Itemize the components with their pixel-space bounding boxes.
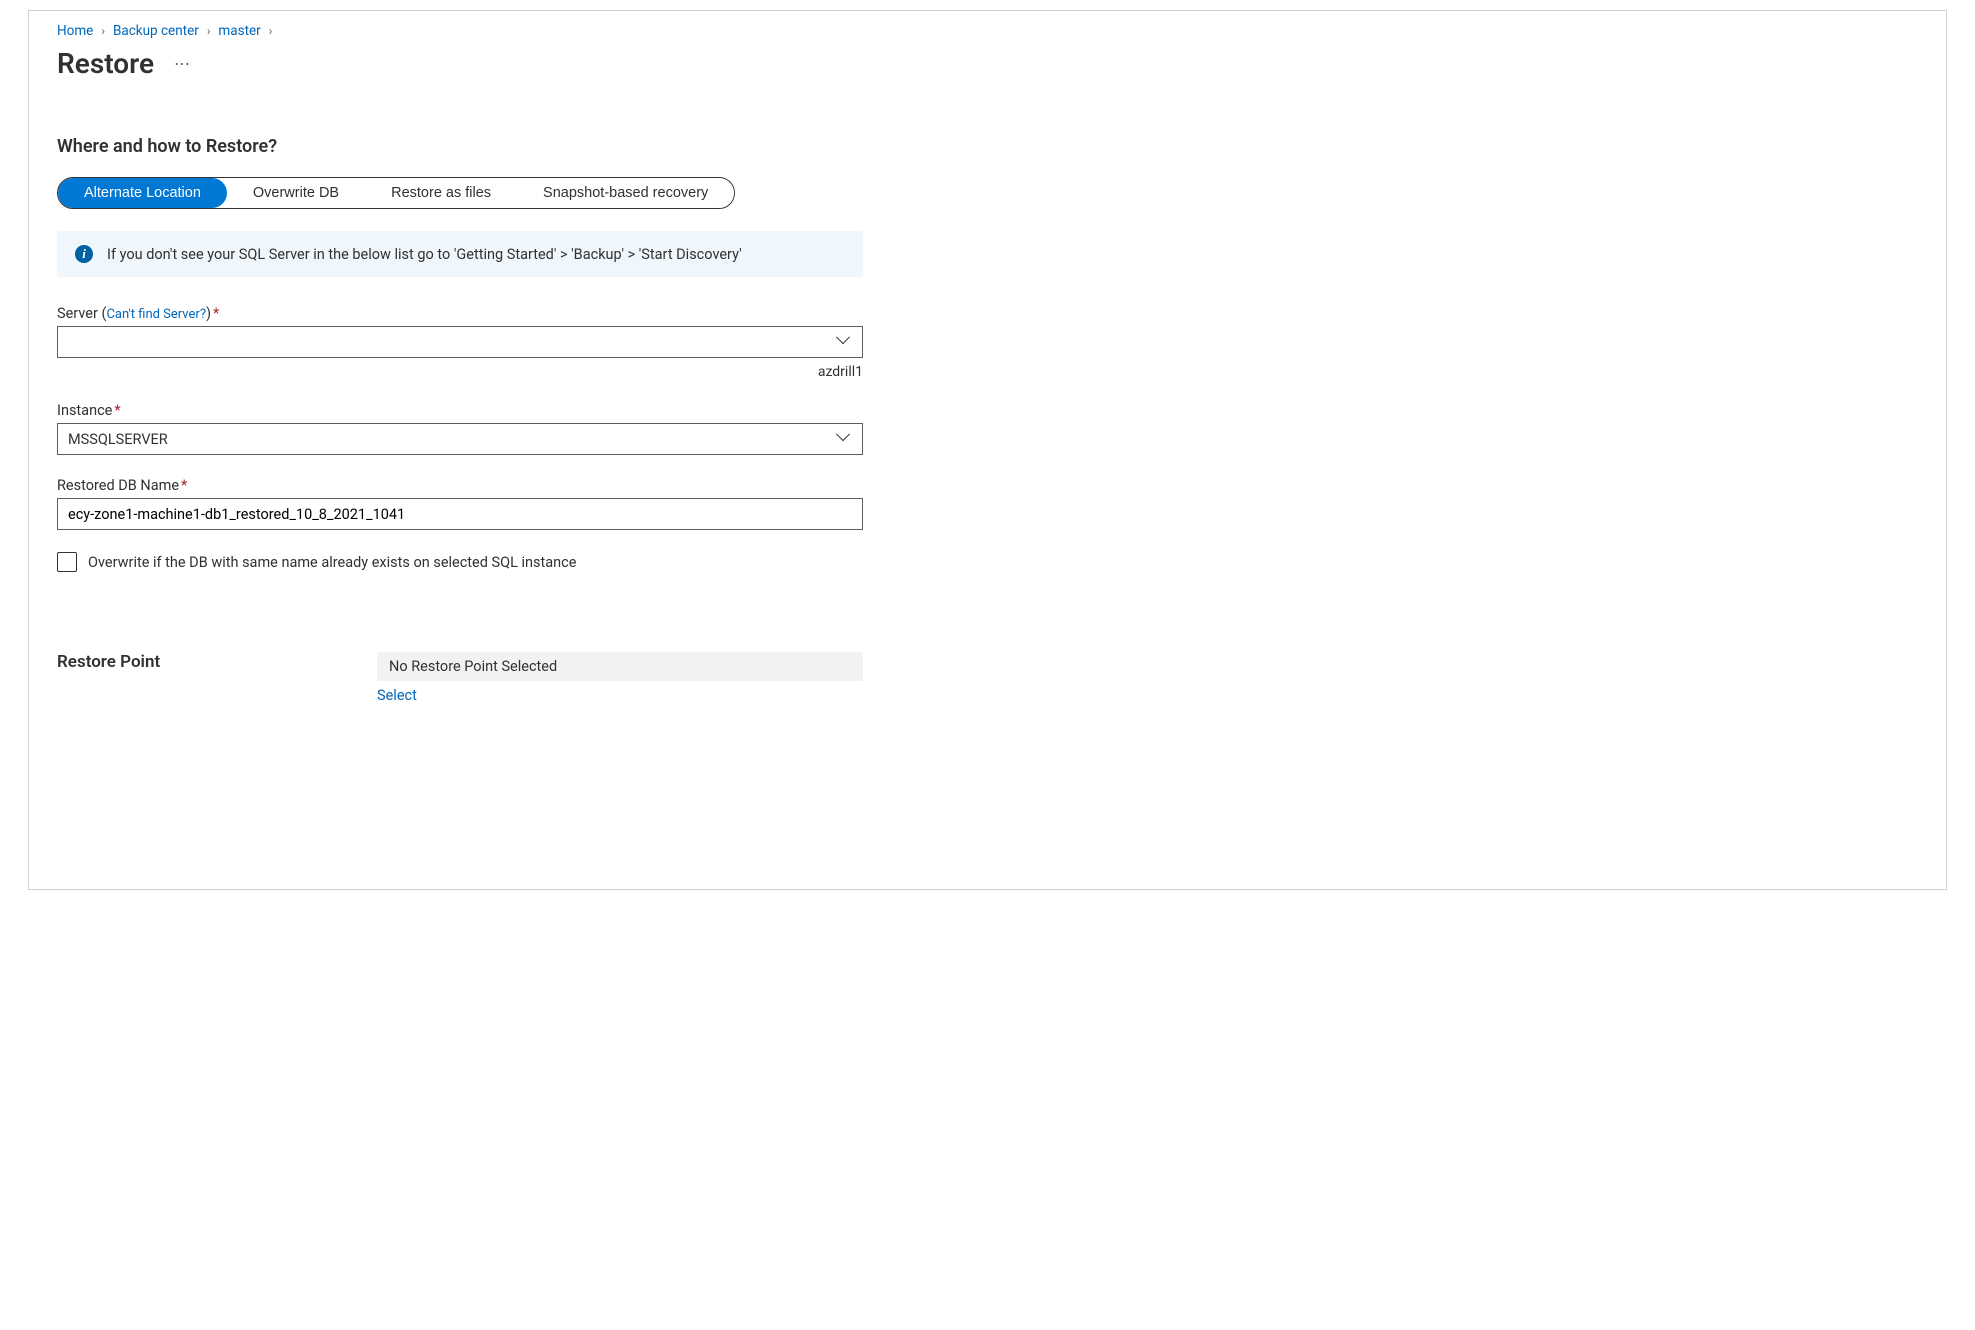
restore-point-select-link[interactable]: Select — [377, 687, 417, 704]
tab-alternate-location[interactable]: Alternate Location — [58, 178, 227, 208]
chevron-right-icon: › — [101, 24, 105, 38]
page-title: Restore — [57, 47, 154, 80]
required-icon: * — [213, 305, 219, 322]
section-heading: Where and how to Restore? — [57, 136, 1918, 157]
overwrite-checkbox-label: Overwrite if the DB with same name alrea… — [88, 554, 576, 571]
tab-snapshot-recovery[interactable]: Snapshot-based recovery — [517, 178, 734, 208]
breadcrumb-master[interactable]: master — [218, 23, 260, 39]
overwrite-checkbox[interactable] — [57, 552, 77, 572]
restore-mode-tabs: Alternate Location Overwrite DB Restore … — [57, 177, 735, 209]
cant-find-server-link[interactable]: Can't find Server? — [106, 307, 206, 322]
required-icon: * — [181, 477, 187, 494]
info-banner: i If you don't see your SQL Server in th… — [57, 231, 863, 277]
dbname-label: Restored DB Name* — [57, 477, 863, 494]
tab-overwrite-db[interactable]: Overwrite DB — [227, 178, 365, 208]
tab-restore-as-files[interactable]: Restore as files — [365, 178, 517, 208]
required-icon: * — [114, 402, 120, 419]
dbname-input[interactable] — [68, 506, 852, 523]
restore-point-heading: Restore Point — [57, 652, 377, 672]
more-actions-button[interactable]: ⋯ — [170, 50, 194, 77]
server-select[interactable] — [57, 326, 863, 358]
instance-select[interactable]: MSSQLSERVER — [57, 423, 863, 455]
breadcrumb: Home › Backup center › master › — [57, 21, 1918, 39]
breadcrumb-backup-center[interactable]: Backup center — [113, 23, 199, 39]
restore-point-value: No Restore Point Selected — [377, 652, 863, 681]
instance-label: Instance* — [57, 402, 863, 419]
breadcrumb-home[interactable]: Home — [57, 23, 93, 39]
info-icon: i — [75, 245, 93, 263]
server-helper-text: azdrill1 — [57, 364, 863, 380]
server-label: Server (Can't find Server?)* — [57, 305, 863, 322]
info-text: If you don't see your SQL Server in the … — [107, 246, 742, 263]
chevron-down-icon — [838, 335, 852, 349]
chevron-right-icon: › — [207, 24, 211, 38]
chevron-right-icon: › — [269, 24, 273, 38]
chevron-down-icon — [838, 432, 852, 446]
instance-select-value: MSSQLSERVER — [68, 431, 168, 448]
